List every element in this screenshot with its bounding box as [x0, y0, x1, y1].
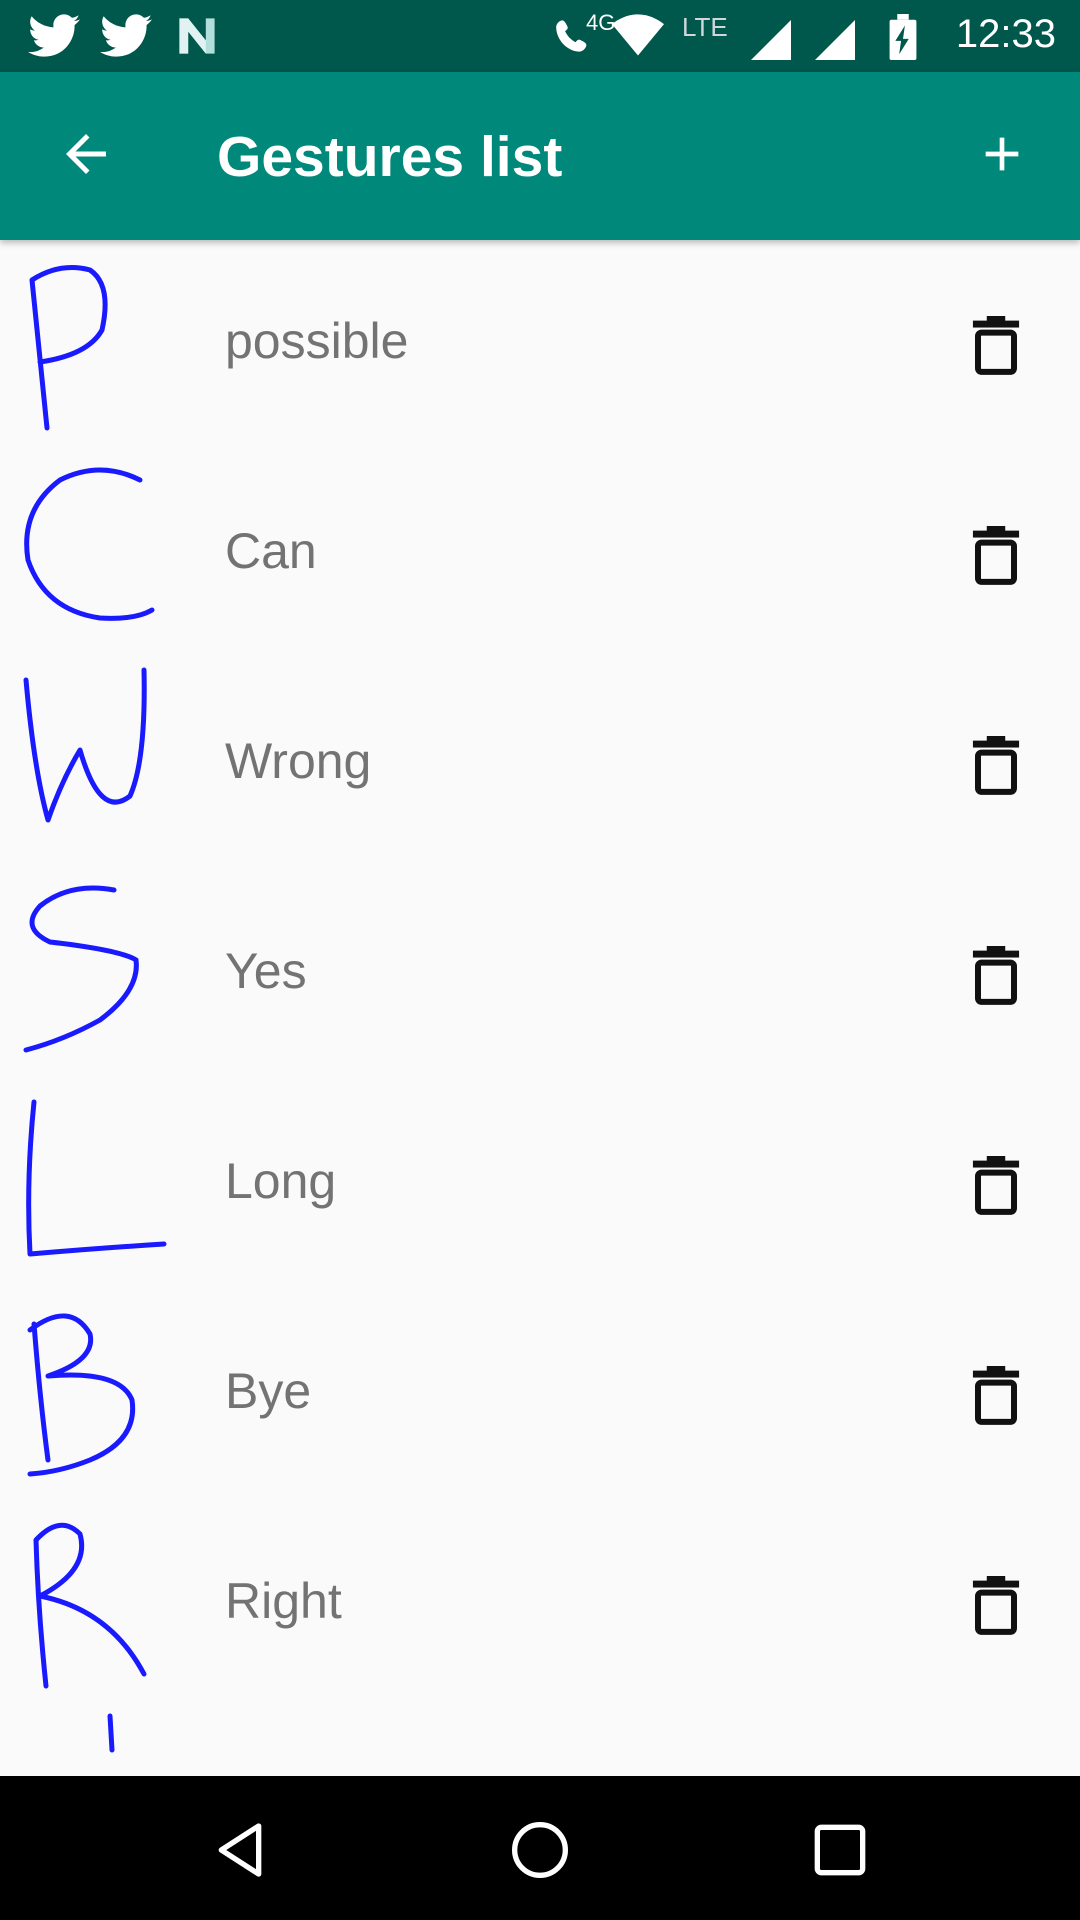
- app-bar: Gestures list: [0, 72, 1080, 240]
- gesture-label: Can: [225, 523, 317, 579]
- battery-charging-icon: [889, 14, 917, 60]
- trash-icon[interactable]: [968, 1366, 1024, 1426]
- list-item[interactable]: possible: [0, 240, 1080, 450]
- home-circle-icon[interactable]: [508, 1818, 572, 1882]
- status-time: 12:33: [955, 12, 1056, 56]
- gesture-p-icon: [29, 265, 108, 431]
- trash-icon[interactable]: [968, 526, 1024, 586]
- gesture-label: Bye: [225, 1363, 312, 1419]
- list-item[interactable]: Can: [0, 450, 1080, 660]
- gesture-list: possible Can Wrong Yes Long Bye Right: [0, 240, 1080, 1776]
- twitter-icon: [100, 14, 152, 57]
- gesture-label: Yes: [225, 943, 307, 999]
- trash-icon[interactable]: [968, 1156, 1024, 1216]
- gesture-label: Long: [225, 1153, 337, 1209]
- trash-icon[interactable]: [968, 946, 1024, 1006]
- trash-icon[interactable]: [968, 1576, 1024, 1636]
- arrow-back-icon[interactable]: [56, 124, 116, 184]
- gesture-w-icon: [23, 667, 147, 823]
- gesture-partial-icon: [107, 1713, 115, 1753]
- list-item[interactable]: Wrong: [0, 660, 1080, 870]
- signal-icon: [751, 20, 791, 60]
- navigation-bar: [0, 1776, 1080, 1920]
- page-title: Gestures list: [217, 125, 563, 189]
- notification-n-icon: [179, 18, 215, 54]
- twitter-icon: [28, 14, 80, 57]
- gesture-l-icon: [26, 1099, 167, 1257]
- gesture-c-icon: [24, 467, 155, 621]
- list-item-partial[interactable]: [0, 1710, 1080, 1776]
- wifi-icon: [612, 14, 664, 56]
- gesture-b-icon: [27, 1313, 136, 1477]
- signal-icon: [815, 20, 855, 60]
- gesture-s-icon: [23, 885, 139, 1053]
- call-network-label: 4G: [586, 10, 616, 35]
- recents-square-icon[interactable]: [808, 1818, 872, 1882]
- gesture-label: possible: [225, 313, 409, 369]
- list-item[interactable]: Bye: [0, 1290, 1080, 1500]
- plus-icon[interactable]: [974, 126, 1030, 182]
- gesture-r-icon: [33, 1522, 147, 1689]
- trash-icon[interactable]: [968, 736, 1024, 796]
- network-type-label: LTE: [682, 12, 728, 42]
- gesture-label: Right: [225, 1573, 342, 1629]
- gesture-label: Wrong: [225, 733, 372, 789]
- list-item[interactable]: Yes: [0, 870, 1080, 1080]
- list-item[interactable]: Long: [0, 1080, 1080, 1290]
- list-item[interactable]: Right: [0, 1500, 1080, 1710]
- trash-icon[interactable]: [968, 316, 1024, 376]
- status-bar: 4G LTE 12:33: [0, 0, 1080, 72]
- back-triangle-icon[interactable]: [208, 1818, 272, 1882]
